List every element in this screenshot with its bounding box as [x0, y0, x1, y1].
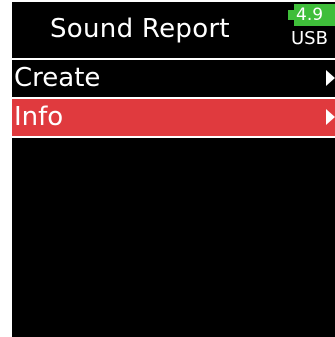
menu-item-create[interactable]: Create	[12, 58, 335, 97]
chevron-right-icon	[326, 109, 335, 125]
battery-icon: 4.9	[288, 4, 335, 28]
menu-item-label: Create	[14, 63, 101, 93]
page-title: Sound Report	[50, 14, 230, 44]
device-screen: Sound Report 4.9 USB Create Info	[12, 2, 335, 337]
title-bar: Sound Report 4.9 USB	[12, 2, 335, 58]
menu-item-info[interactable]: Info	[12, 97, 335, 138]
menu-item-label: Info	[14, 102, 64, 132]
battery-level: 4.9	[294, 4, 335, 26]
menu-list: Create Info	[12, 58, 335, 138]
power-source-label: USB	[291, 28, 328, 49]
chevron-right-icon	[326, 70, 335, 86]
